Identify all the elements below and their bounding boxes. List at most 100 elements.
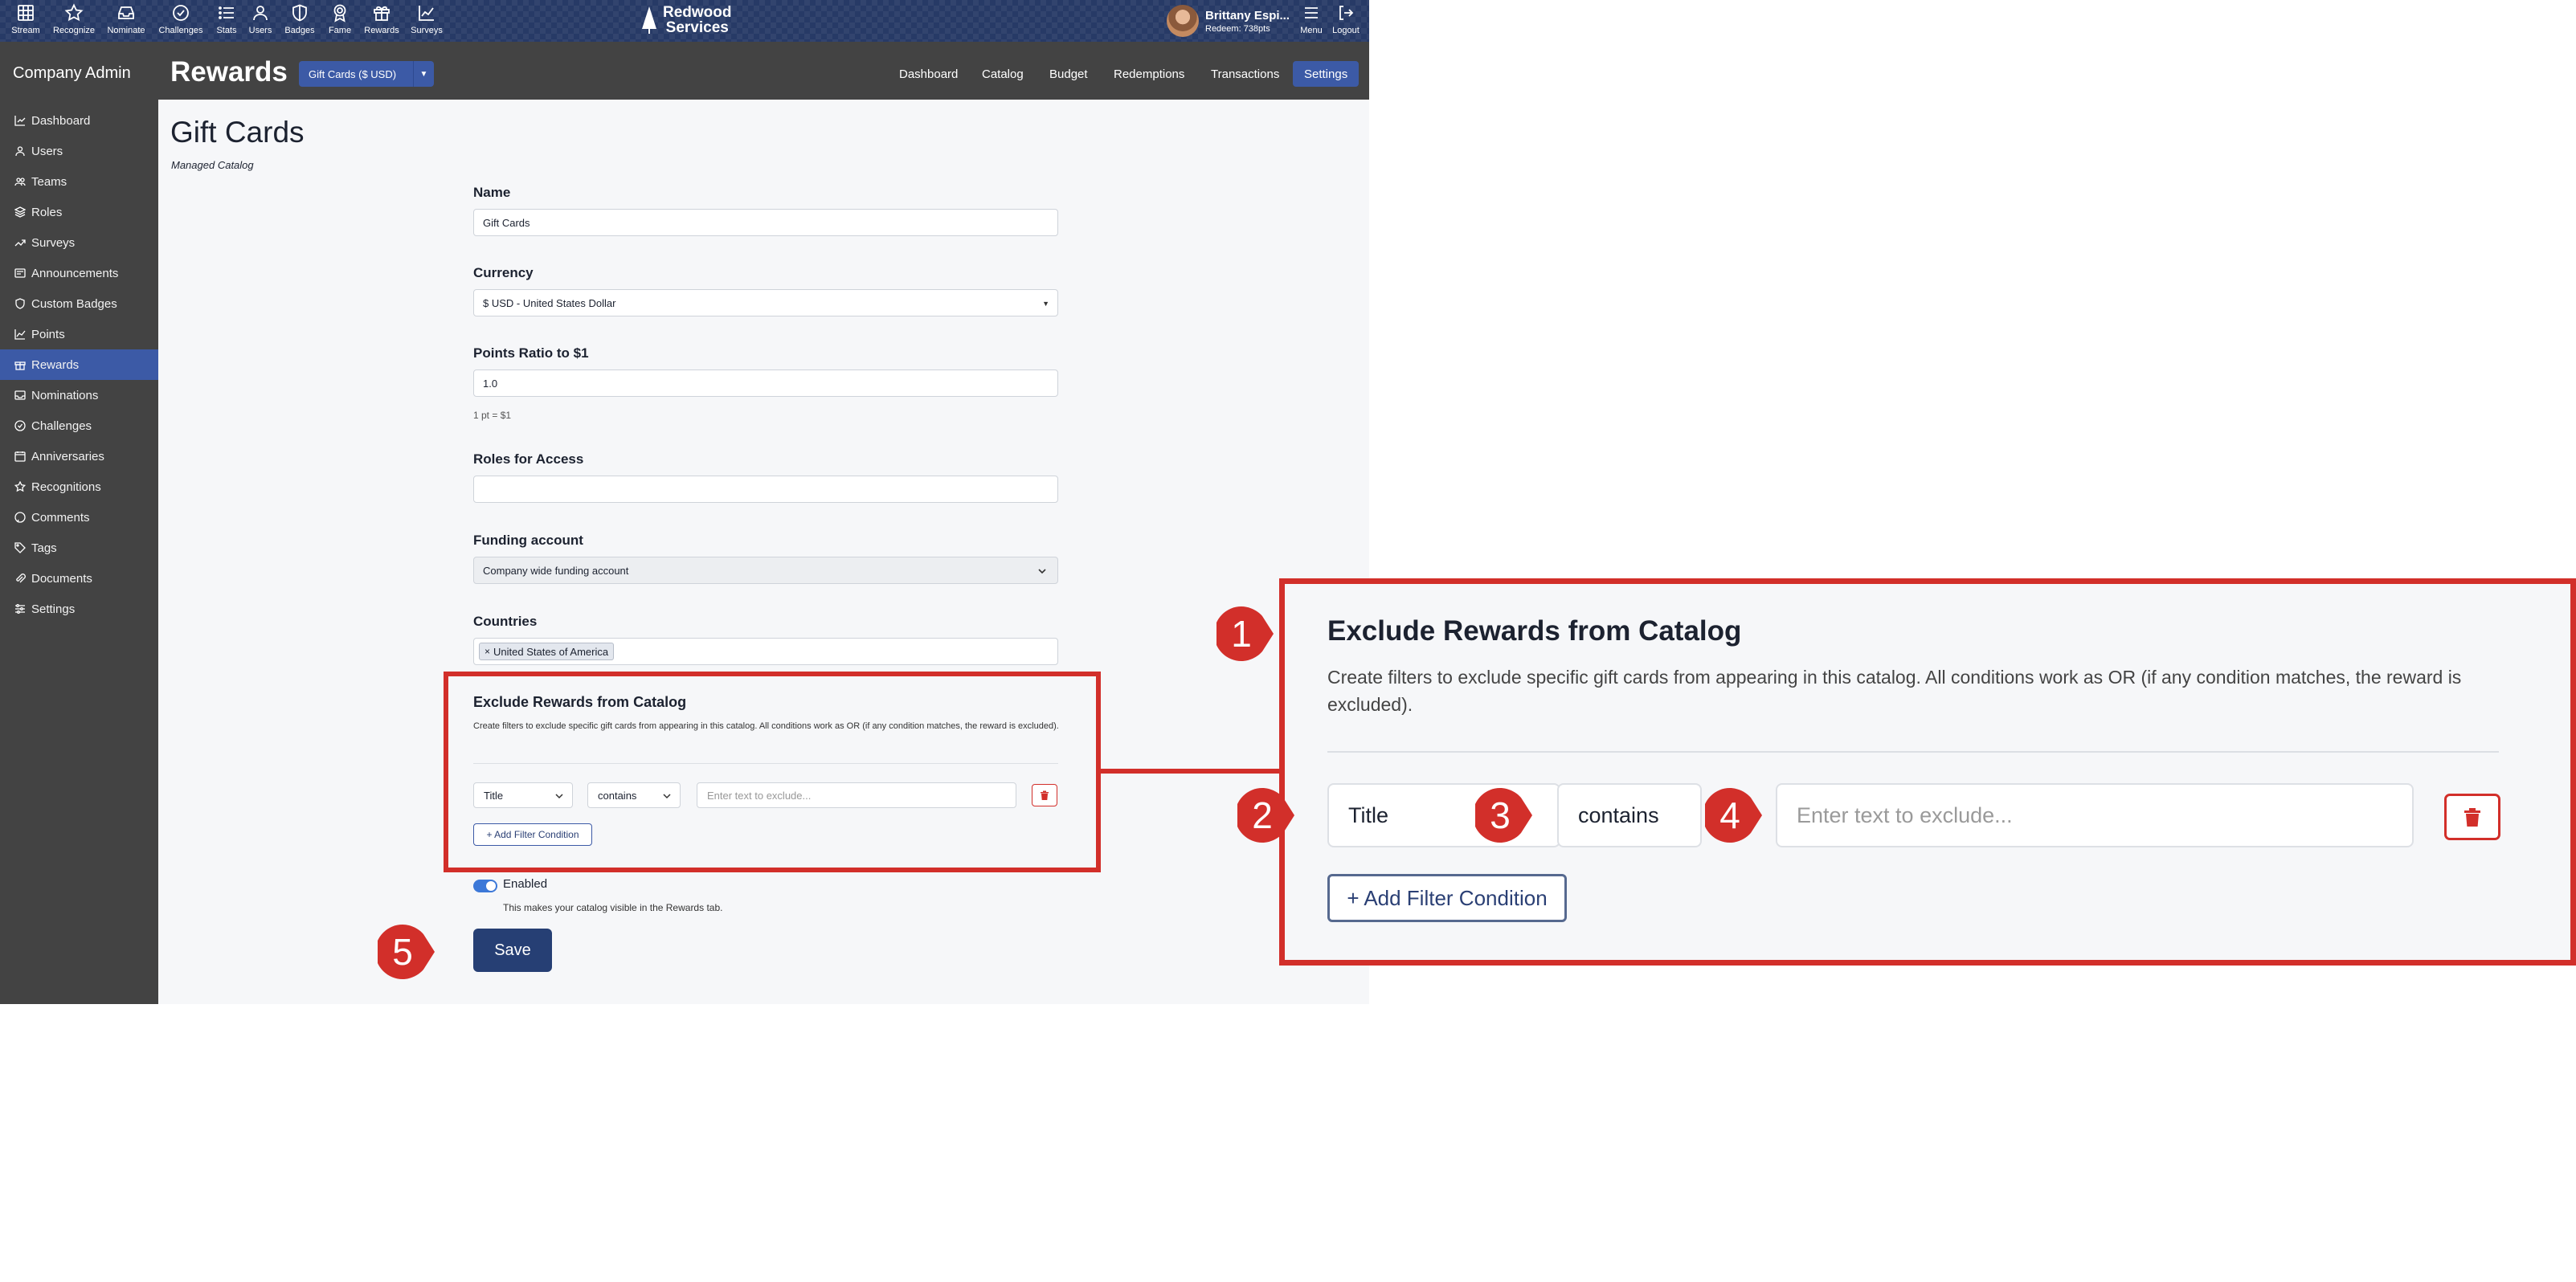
ratio-input[interactable]: 1.0 [473, 369, 1058, 397]
nav-label: Recognize [53, 26, 95, 35]
tab-budget[interactable]: Budget [1038, 61, 1099, 87]
tab-catalog[interactable]: Catalog [971, 61, 1035, 87]
sidebar-item-label: Announcements [31, 266, 119, 280]
zoom-add-filter-button[interactable]: + Add Filter Condition [1327, 874, 1567, 922]
zoom-delete-filter-button[interactable] [2444, 794, 2500, 840]
trash-icon [1041, 790, 1049, 800]
nav-rewards[interactable]: Rewards [358, 3, 406, 39]
sidebar-item-label: Comments [31, 510, 90, 525]
form-heading: Gift Cards [170, 116, 305, 149]
calendar-icon [14, 451, 26, 462]
catalog-select-value: Gift Cards ($ USD) [309, 67, 397, 80]
sidebar-item-recognitions[interactable]: Recognitions [0, 472, 158, 502]
tab-transactions[interactable]: Transactions [1200, 61, 1290, 87]
logout-button[interactable]: Logout [1322, 3, 1370, 39]
user-profile[interactable]: Brittany Espi... Redeem: 738pts [1167, 5, 1290, 37]
brand-logo[interactable]: Redwood Services [639, 5, 732, 35]
sidebar-item-roles[interactable]: Roles [0, 197, 158, 227]
sidebar-item-label: Points [31, 327, 65, 341]
nav-challenges[interactable]: Challenges [157, 3, 205, 39]
tab-redemptions[interactable]: Redemptions [1102, 61, 1196, 87]
page-title: Rewards [170, 56, 288, 88]
sidebar-item-comments[interactable]: Comments [0, 502, 158, 533]
delete-filter-button[interactable] [1032, 784, 1057, 806]
logout-label: Logout [1332, 26, 1360, 35]
remove-chip-icon[interactable]: × [485, 646, 490, 657]
divider [473, 763, 1058, 764]
sidebar-item-surveys[interactable]: Surveys [0, 227, 158, 258]
ratio-label: Points Ratio to $1 [473, 345, 589, 361]
sidebar-item-anniversaries[interactable]: Anniversaries [0, 441, 158, 472]
sidebar-item-users[interactable]: Users [0, 136, 158, 166]
countries-input[interactable]: × United States of America [473, 638, 1058, 665]
sidebar-title: Company Admin [13, 64, 131, 82]
form-subtitle: Managed Catalog [171, 159, 254, 171]
nav-label: Stats [216, 26, 237, 35]
caret-down-icon: ▼ [1042, 300, 1049, 308]
inbox-icon [118, 6, 134, 19]
funding-select[interactable]: Company wide funding account [473, 557, 1058, 584]
exclude-title: Exclude Rewards from Catalog [473, 694, 687, 710]
nav-label: Challenges [158, 26, 203, 35]
paperclip-icon [16, 574, 26, 583]
check-circle-icon [14, 420, 26, 431]
sidebar-item-label: Surveys [31, 235, 76, 250]
funding-value: Company wide funding account [483, 564, 629, 577]
sidebar-item-points[interactable]: Points [0, 319, 158, 349]
menu-label: Menu [1300, 26, 1323, 35]
nav-label: Rewards [364, 26, 399, 35]
tab-settings[interactable]: Settings [1293, 61, 1360, 87]
nav-stream[interactable]: Stream [2, 3, 50, 39]
sidebar-item-dashboard[interactable]: Dashboard [0, 105, 158, 136]
name-input[interactable]: Gift Cards [473, 209, 1058, 236]
add-filter-button[interactable]: + Add Filter Condition [473, 823, 592, 846]
logout-icon [1339, 6, 1354, 20]
trash-icon [2464, 808, 2480, 827]
sidebar-item-documents[interactable]: Documents [0, 563, 158, 594]
team-icon [14, 178, 26, 186]
nav-fame[interactable]: Fame [316, 3, 364, 39]
sidebar-item-teams[interactable]: Teams [0, 166, 158, 197]
nav-nominate[interactable]: Nominate [102, 3, 150, 39]
gift-icon [14, 361, 26, 370]
filter-field-select[interactable]: Title [473, 782, 573, 808]
country-chip-label: United States of America [493, 645, 609, 658]
newspaper-icon [14, 268, 26, 278]
sidebar-item-label: Roles [31, 205, 63, 219]
sidebar-item-tags[interactable]: Tags [0, 533, 158, 563]
star-icon [14, 481, 26, 492]
nav-surveys[interactable]: Surveys [403, 3, 451, 39]
filter-text-input[interactable]: Enter text to exclude... [697, 782, 1016, 808]
currency-select[interactable]: $ USD - United States Dollar ▼ [473, 289, 1058, 316]
inbox-icon [14, 390, 26, 400]
sidebar-item-nominations[interactable]: Nominations [0, 380, 158, 410]
sidebar-item-label: Custom Badges [31, 296, 117, 311]
country-chip[interactable]: × United States of America [479, 643, 615, 660]
zoom-filter-operator-select[interactable]: contains [1557, 783, 1702, 847]
enabled-toggle[interactable] [473, 880, 497, 892]
save-button[interactable]: Save [473, 929, 552, 972]
sidebar-item-rewards[interactable]: Rewards [0, 349, 158, 380]
callout-number: 2 [1252, 794, 1273, 836]
ratio-hint: 1 pt = $1 [473, 410, 512, 421]
filter-operator-select[interactable]: contains [587, 782, 681, 808]
sidebar-item-custom-badges[interactable]: Custom Badges [0, 288, 158, 319]
callout-number: 3 [1490, 794, 1511, 836]
catalog-select[interactable]: Gift Cards ($ USD) ▼ [299, 61, 434, 87]
exclude-description: Create filters to exclude specific gift … [473, 721, 1059, 731]
sidebar-item-settings[interactable]: Settings [0, 594, 158, 624]
roles-input[interactable] [473, 476, 1058, 503]
chart-icon [14, 116, 26, 126]
nav-label: Fame [328, 26, 352, 35]
zoom-filter-text-input[interactable]: Enter text to exclude... [1776, 783, 2414, 847]
tab-dashboard[interactable]: Dashboard [888, 61, 969, 87]
shield-icon [292, 4, 307, 22]
divider [1327, 751, 2499, 753]
sidebar-item-challenges[interactable]: Challenges [0, 410, 158, 441]
nav-recognize[interactable]: Recognize [50, 3, 98, 39]
sidebar-item-label: Rewards [31, 357, 80, 372]
admin-sidebar: Company Admin Dashboard Users Teams Role… [0, 42, 158, 1004]
sidebar-item-announcements[interactable]: Announcements [0, 258, 158, 288]
currency-label: Currency [473, 265, 534, 280]
user-redeem-points: Redeem: 738pts [1205, 23, 1270, 34]
